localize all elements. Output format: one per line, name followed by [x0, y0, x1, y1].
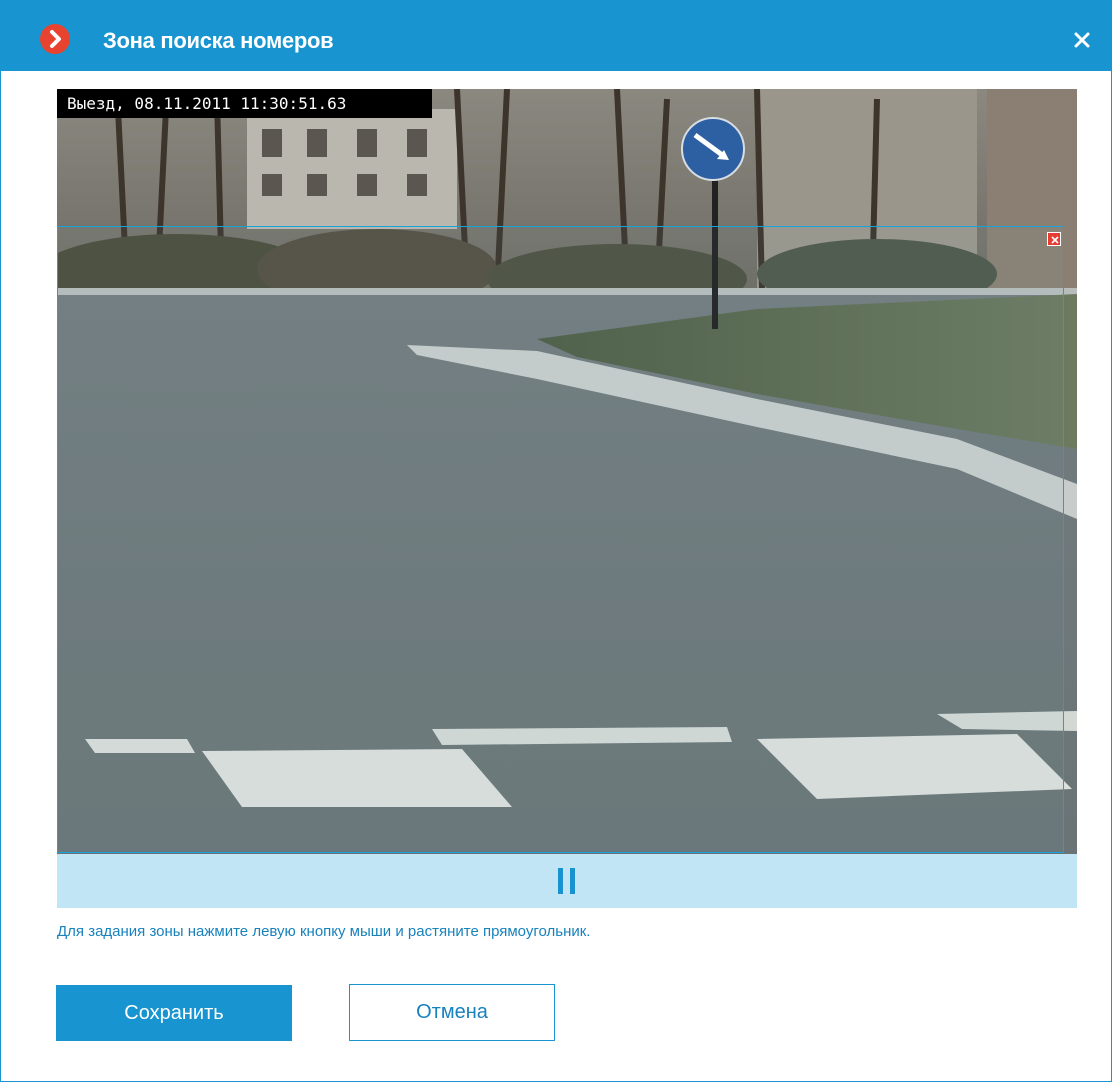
cancel-button[interactable]: Отмена [349, 984, 555, 1041]
plate-search-zone-dialog: Зона поиска номеров Выезд, 08.11.2011 11… [0, 0, 1112, 1082]
save-button[interactable]: Сохранить [56, 985, 292, 1041]
playback-controls [57, 854, 1077, 908]
pause-icon[interactable] [555, 868, 579, 894]
video-frame[interactable]: Выезд, 08.11.2011 11:30:51.63 [57, 89, 1077, 854]
title-bar: Зона поиска номеров [1, 1, 1111, 71]
video-timestamp-overlay: Выезд, 08.11.2011 11:30:51.63 [57, 89, 432, 118]
zone-hint-text: Для задания зоны нажмите левую кнопку мы… [57, 923, 591, 940]
delete-zone-icon[interactable] [1047, 232, 1061, 246]
plate-search-zone[interactable] [57, 226, 1064, 853]
app-logo-icon [40, 24, 70, 54]
dialog-title: Зона поиска номеров [103, 28, 334, 53]
close-icon[interactable] [1069, 27, 1095, 53]
